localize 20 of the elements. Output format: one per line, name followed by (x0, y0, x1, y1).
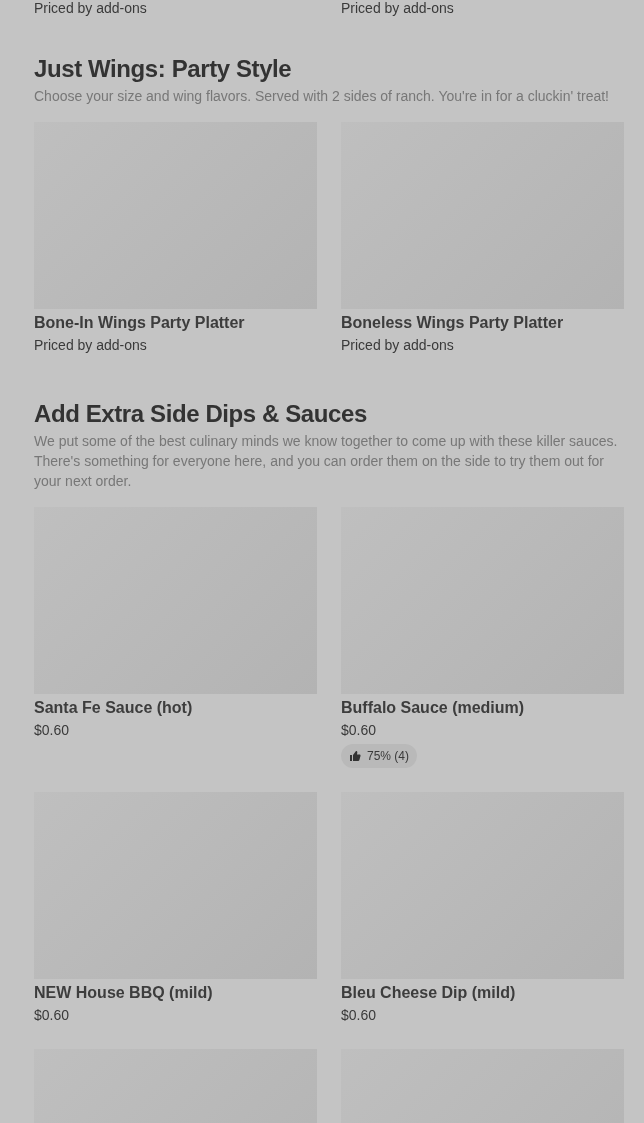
item-price: $0.60 (341, 721, 377, 740)
section-title: Add Extra Side Dips & Sauces (34, 399, 368, 429)
section-description: We put some of the best culinary minds we know together to come up with these killer sauces. There's something for everyone here, and you can order them on the side to try them out for your next order. (34, 432, 619, 491)
item-price: Priced by add-ons (341, 336, 454, 355)
item-price: $0.60 (341, 1006, 377, 1025)
item-name[interactable]: Bone-In Wings Party Platter (34, 313, 245, 333)
thumbs-up-icon (349, 750, 361, 762)
item-price: Priced by add-ons (341, 0, 454, 18)
item-name[interactable]: Santa Fe Sauce (hot) (34, 698, 193, 718)
item-price: Priced by add-ons (34, 336, 147, 355)
item-name[interactable]: Bleu Cheese Dip (mild) (341, 983, 516, 1003)
item-price: $0.60 (34, 1006, 70, 1025)
section-title: Just Wings: Party Style (34, 54, 293, 84)
item-price: $0.60 (34, 721, 70, 740)
rating-text: 75% (4) (367, 748, 410, 765)
item-name[interactable]: NEW House BBQ (mild) (34, 983, 213, 1003)
item-price: Priced by add-ons (34, 0, 147, 18)
item-name[interactable]: Buffalo Sauce (medium) (341, 698, 525, 718)
section-description: Choose your size and wing flavors. Served with 2 sides of ranch. You're in for a cluckin' treat! (34, 87, 610, 106)
item-name[interactable]: Boneless Wings Party Platter (341, 313, 564, 333)
